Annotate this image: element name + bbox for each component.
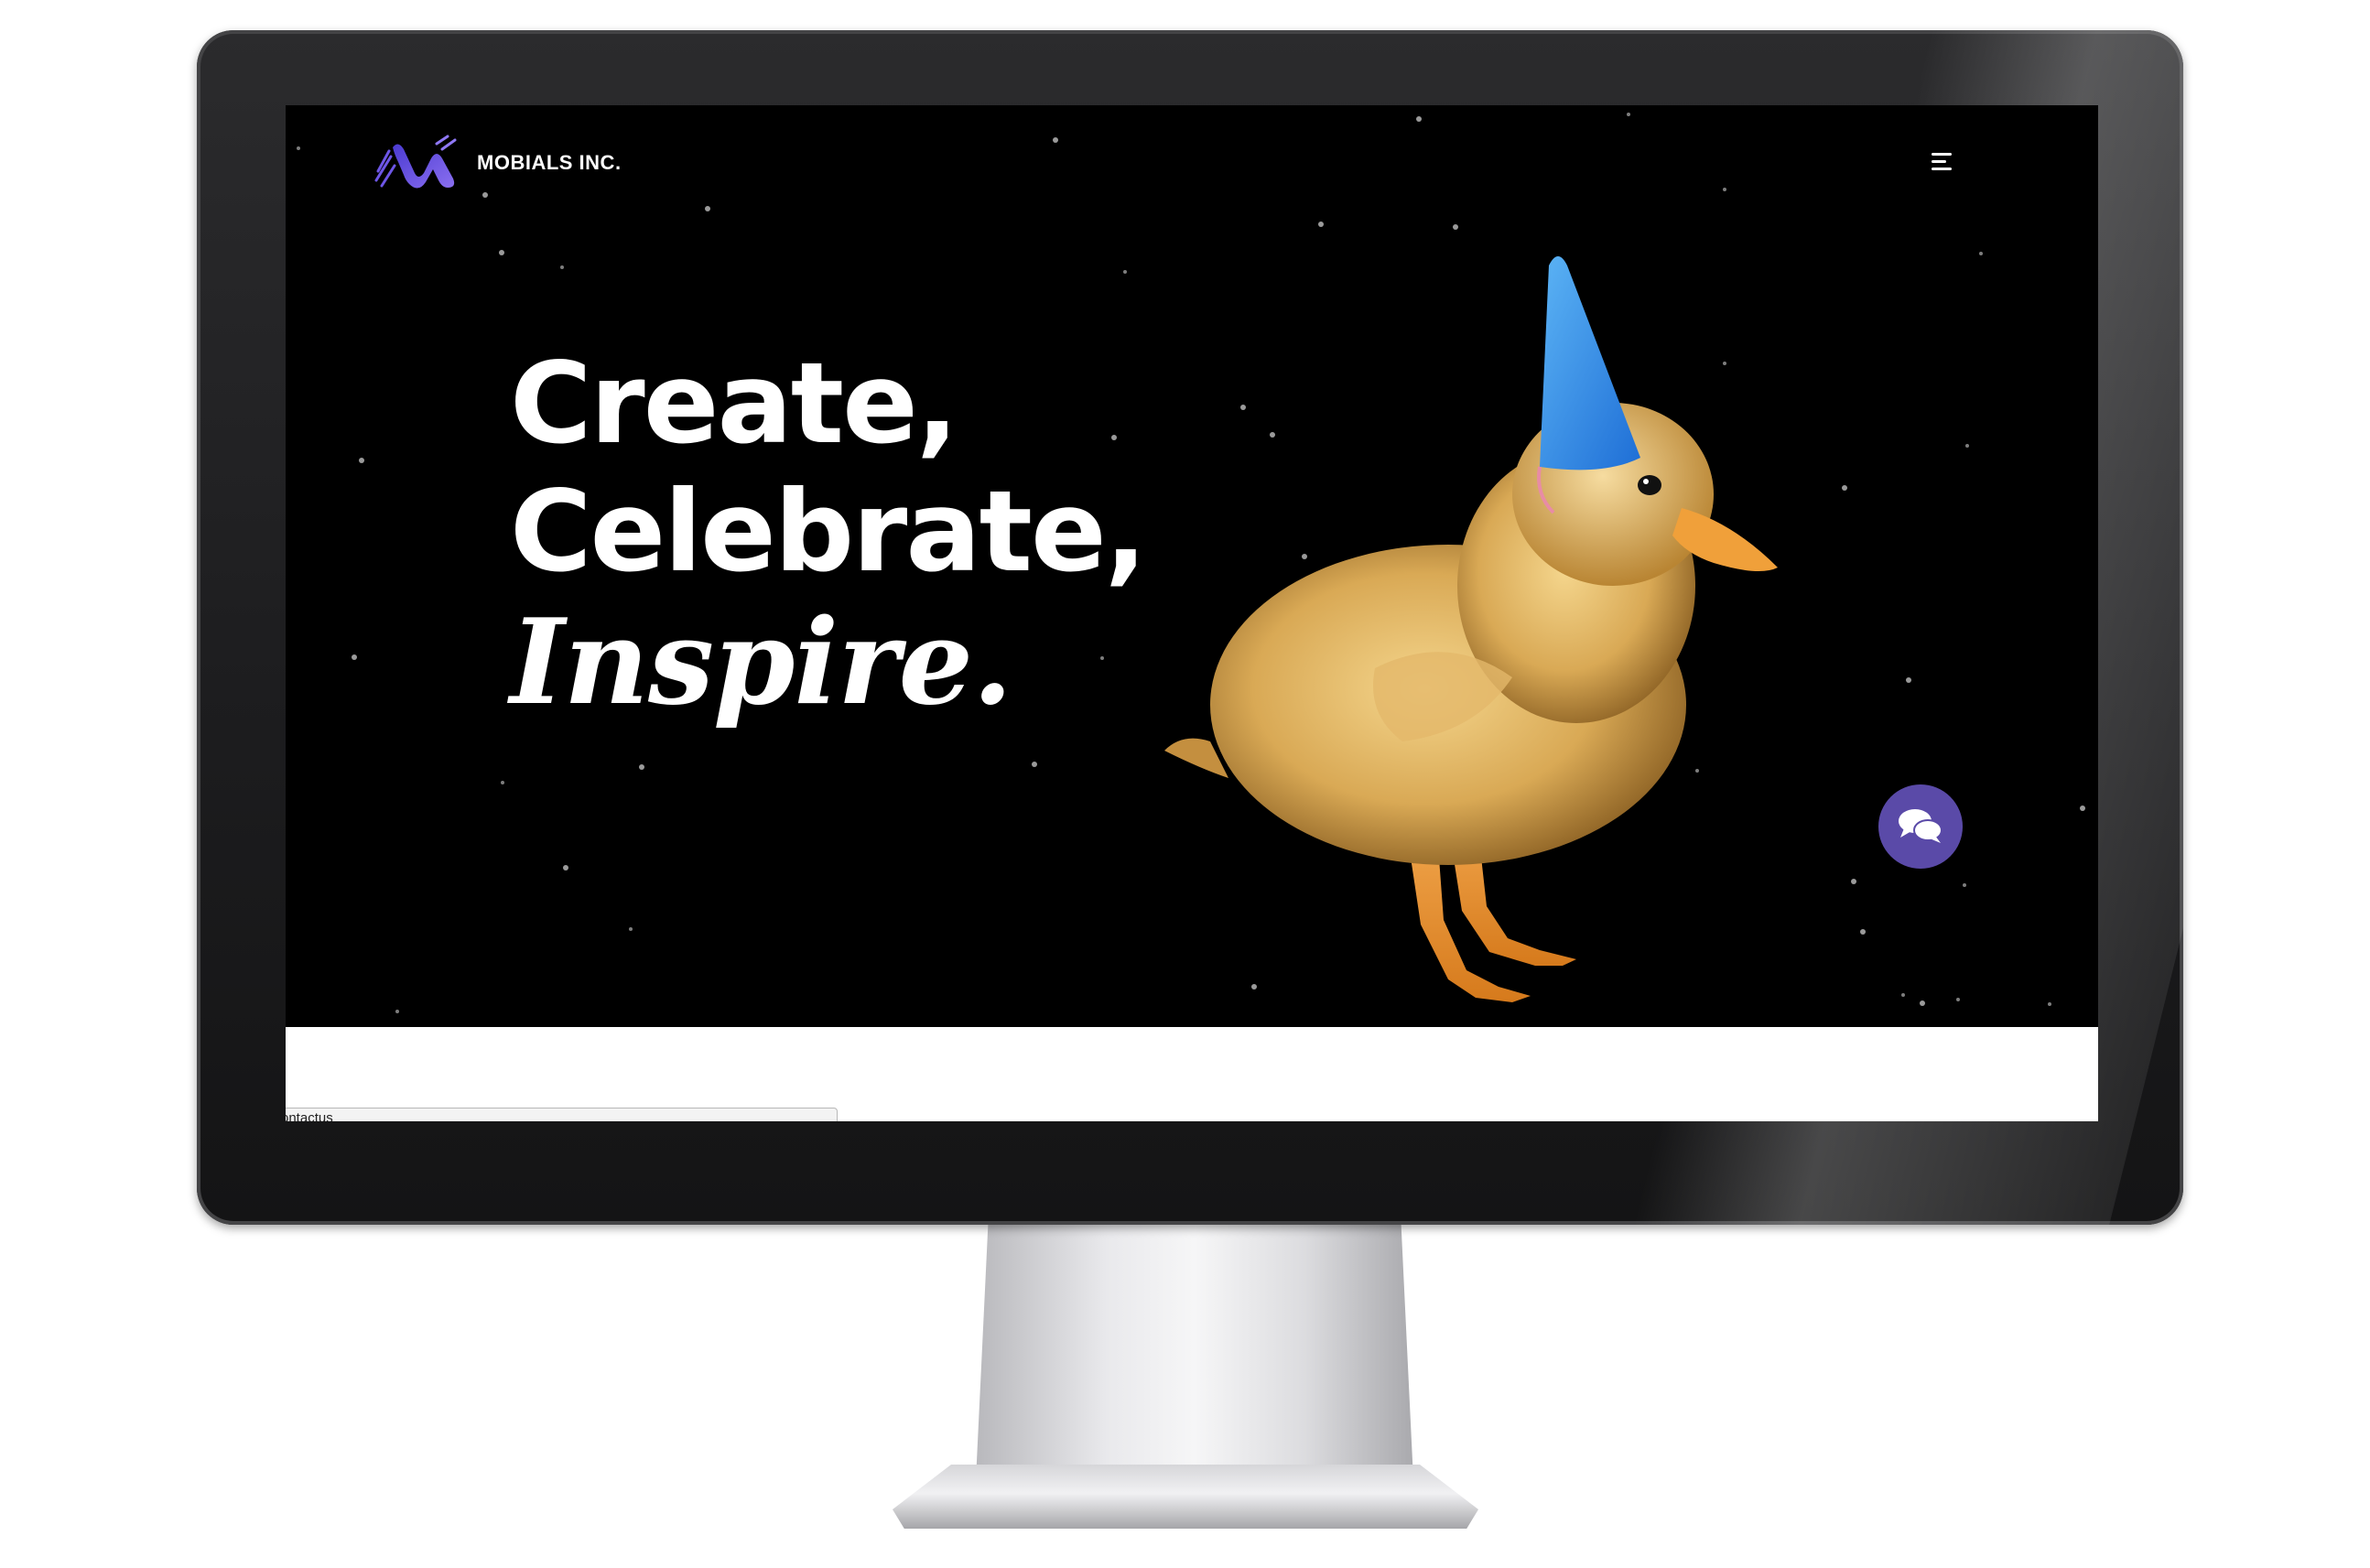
chat-button[interactable] [1878, 784, 1963, 869]
star-dot [705, 206, 710, 211]
star-dot [1416, 116, 1422, 122]
star-dot [1901, 993, 1905, 997]
star-dot [629, 927, 633, 931]
site-logo[interactable]: MOBIALS INC. [373, 131, 622, 195]
star-dot [1920, 1000, 1925, 1006]
star-dot [395, 1010, 399, 1013]
star-dot [560, 265, 564, 269]
star-dot [639, 764, 644, 770]
hero-headline: Create, Celebrate, Inspire. [510, 339, 1147, 731]
hero-section: MOBIALS INC. Create, Celebrate, Inspire. [286, 105, 2098, 1027]
star-dot [1956, 998, 1960, 1001]
headline-line-inspire: Inspire. [510, 594, 1013, 731]
star-dot [297, 146, 300, 150]
star-dot [352, 654, 357, 660]
star-dot [1851, 879, 1856, 884]
monitor-screen: MOBIALS INC. Create, Celebrate, Inspire. [286, 105, 2098, 1121]
star-dot [1965, 444, 1969, 448]
star-dot [1032, 762, 1037, 767]
monitor-stand-base [893, 1465, 1478, 1529]
hamburger-menu-icon[interactable] [1924, 144, 1961, 180]
star-dot [499, 250, 504, 255]
star-dot [1979, 252, 1983, 255]
star-dot [2080, 806, 2085, 811]
star-dot [1053, 137, 1058, 143]
star-dot [359, 458, 364, 463]
brand-name: MOBIALS INC. [477, 151, 622, 174]
star-dot [1963, 883, 1966, 887]
star-dot [2048, 1002, 2051, 1006]
headline-line-create: Create, [510, 339, 958, 469]
star-dot [501, 781, 504, 784]
monitor-stand-neck [975, 1225, 1414, 1499]
headline-line-celebrate: Celebrate, [510, 467, 1147, 597]
star-dot [1627, 113, 1630, 116]
star-dot [1860, 929, 1866, 935]
star-dot [1723, 188, 1726, 191]
star-dot [1842, 485, 1847, 491]
star-dot [563, 865, 568, 871]
wave-w-logo-icon [374, 135, 457, 189]
duckling-party-hat-image [1164, 256, 1778, 1002]
contact-us-tab[interactable]: ontactus [286, 1108, 838, 1121]
below-fold-section: ontactus [286, 1027, 2098, 1121]
chat-bubbles-icon [1899, 809, 1943, 843]
star-dot [1906, 677, 1911, 683]
star-dot [1123, 270, 1127, 274]
monitor-mockup: MOBIALS INC. Create, Celebrate, Inspire. [0, 0, 2370, 1568]
